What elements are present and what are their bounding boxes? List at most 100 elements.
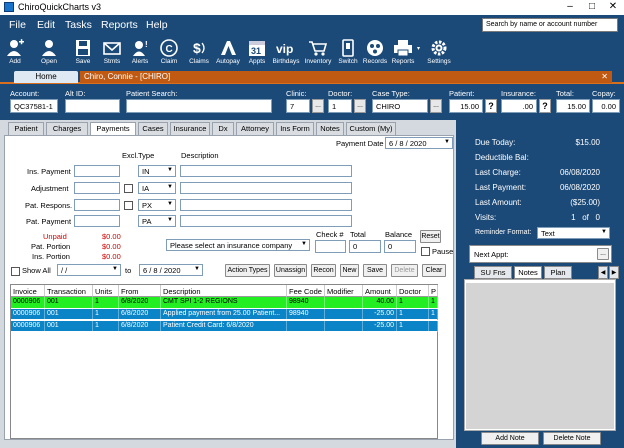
to-date-picker[interactable]: 6 / 8 / 2020 ▼ (139, 264, 203, 276)
col-units[interactable]: Units (93, 285, 119, 297)
tab-home[interactable]: Home (14, 71, 78, 83)
autopay-button[interactable]: Autopay (213, 37, 243, 70)
tab-notes[interactable]: Notes (316, 122, 344, 135)
table-row[interactable]: 0000906 001 1 6/8/2020 Patient Credit Ca… (11, 320, 438, 332)
add-note-button[interactable]: Add Note (481, 432, 539, 445)
adjustment-type[interactable]: IA ▼ (138, 182, 176, 194)
tab-patient[interactable]: Chiro, Connie - [CHIRO] ✕ (80, 71, 612, 83)
doctor-lookup-button[interactable]: ... (354, 99, 366, 113)
ins-payment-description[interactable] (180, 165, 352, 177)
tab-notes-panel[interactable]: Notes (514, 266, 542, 279)
new-button[interactable]: New (340, 264, 359, 277)
menu-reports[interactable]: Reports (101, 19, 138, 31)
tab-cases[interactable]: Cases (138, 122, 168, 135)
tab-ins-form[interactable]: Ins Form (276, 122, 314, 135)
pause-checkbox[interactable] (421, 247, 430, 256)
action-types-button[interactable]: Action Types (225, 264, 270, 277)
adjustment-excl-checkbox[interactable] (124, 184, 133, 193)
reset-button[interactable]: Reset (420, 230, 441, 243)
tab-custom[interactable]: Custom (My) (346, 122, 396, 135)
insurance-company-select[interactable]: Please select an insurance company ▼ (166, 239, 310, 251)
col-from[interactable]: From (119, 285, 161, 297)
delete-button[interactable]: Delete (391, 264, 418, 277)
tab-attorney[interactable]: Attorney (236, 122, 274, 135)
open-button[interactable]: Open (34, 37, 64, 70)
tab-scroll-left-icon[interactable]: ◀ (598, 266, 608, 279)
casetype-field[interactable]: CHIRO (372, 99, 428, 113)
add-button[interactable]: Add (0, 37, 30, 70)
tab-insurance[interactable]: Insurance (170, 122, 210, 135)
claims-button[interactable]: $ Claims (184, 37, 214, 70)
clinic-lookup-button[interactable]: ... (312, 99, 324, 113)
payment-date-picker[interactable]: 6 / 8 / 2020 ▼ (385, 137, 453, 149)
adjustment-amount[interactable] (74, 182, 120, 194)
maximize-icon[interactable]: □ (582, 1, 602, 14)
total-field[interactable]: 0 (349, 240, 381, 253)
balance-field[interactable]: 0 (384, 240, 416, 253)
menu-tasks[interactable]: Tasks (65, 19, 92, 31)
col-description[interactable]: Description (161, 285, 287, 297)
menu-help[interactable]: Help (146, 19, 168, 31)
claim-button[interactable]: C Claim (154, 37, 184, 70)
inventory-button[interactable]: Inventory (303, 37, 333, 70)
col-p[interactable]: P (429, 285, 438, 297)
adjustment-description[interactable] (180, 182, 352, 194)
recon-button[interactable]: Recon (311, 264, 336, 277)
tab-patient-info[interactable]: Patient (8, 122, 44, 135)
col-amount[interactable]: Amount (363, 285, 397, 297)
reminder-format-select[interactable]: Text ▼ (537, 227, 610, 239)
col-transaction[interactable]: Transaction (45, 285, 93, 297)
doctor-field[interactable]: 1 (328, 99, 352, 113)
menu-file[interactable]: File (9, 19, 26, 31)
menu-edit[interactable]: Edit (37, 19, 55, 31)
delete-note-button[interactable]: Delete Note (543, 432, 601, 445)
table-row[interactable]: 0000906 001 1 6/8/2020 CMT SPI 1-2 REGIO… (11, 297, 438, 308)
pat-payment-amount[interactable] (74, 215, 120, 227)
tab-payments[interactable]: Payments (90, 122, 136, 136)
tab-scroll-right-icon[interactable]: ▶ (609, 266, 619, 279)
tab-su-fns[interactable]: SU Fns (474, 266, 512, 279)
alerts-button[interactable]: ! Alerts (125, 37, 155, 70)
pat-payment-description[interactable] (180, 215, 352, 227)
account-field[interactable]: QC37581-1 (10, 99, 58, 113)
col-modifier[interactable]: Modifier (325, 285, 363, 297)
tab-plan[interactable]: Plan (544, 266, 572, 279)
ins-payment-type[interactable]: IN ▼ (138, 165, 176, 177)
switch-button[interactable]: Switch (333, 37, 363, 70)
minimize-icon[interactable]: – (560, 1, 580, 14)
pat-payment-type[interactable]: PA ▼ (138, 215, 176, 227)
tab-charges[interactable]: Charges (46, 122, 88, 135)
reports-button[interactable]: Reports ▾ (388, 37, 420, 70)
records-button[interactable]: Records (360, 37, 390, 70)
casetype-lookup-button[interactable]: ... (430, 99, 442, 113)
insurance-help-icon[interactable]: ? (539, 99, 551, 113)
next-appt-button[interactable]: ... (597, 248, 609, 260)
search-input[interactable]: Search by name or account number (482, 18, 618, 32)
col-fee-code[interactable]: Fee Code (287, 285, 325, 297)
col-doctor[interactable]: Doctor (397, 285, 429, 297)
pat-respons-amount[interactable] (74, 199, 120, 211)
settings-button[interactable]: Settings (424, 37, 454, 70)
from-date-picker[interactable]: / / ▼ (57, 264, 121, 276)
clear-button[interactable]: Clear (422, 264, 446, 277)
table-row[interactable]: 0000906 001 1 6/8/2020 Applied payment f… (11, 308, 438, 320)
clinic-field[interactable]: 7 (286, 99, 310, 113)
birthdays-button[interactable]: vip Birthdays (271, 37, 301, 70)
appts-button[interactable]: 31 Appts (242, 37, 272, 70)
col-invoice[interactable]: Invoice (11, 285, 45, 297)
altid-field[interactable] (65, 99, 120, 113)
save-toolbar-button[interactable]: Save (68, 37, 98, 70)
pat-respons-description[interactable] (180, 199, 352, 211)
patient-search-field[interactable] (126, 99, 272, 113)
close-tab-icon[interactable]: ✕ (601, 71, 608, 83)
pat-respons-type[interactable]: PX ▼ (138, 199, 176, 211)
tab-dx[interactable]: Dx (212, 122, 234, 135)
copay-field[interactable]: 0.00 (592, 99, 620, 113)
show-all-checkbox[interactable] (11, 267, 20, 276)
check-number-field[interactable] (315, 240, 346, 253)
stmts-button[interactable]: Stmts (97, 37, 127, 70)
unassign-button[interactable]: Unassign (274, 264, 307, 277)
pat-respons-excl-checkbox[interactable] (124, 201, 133, 210)
save-button[interactable]: Save (363, 264, 387, 277)
patient-help-icon[interactable]: ? (485, 99, 497, 113)
